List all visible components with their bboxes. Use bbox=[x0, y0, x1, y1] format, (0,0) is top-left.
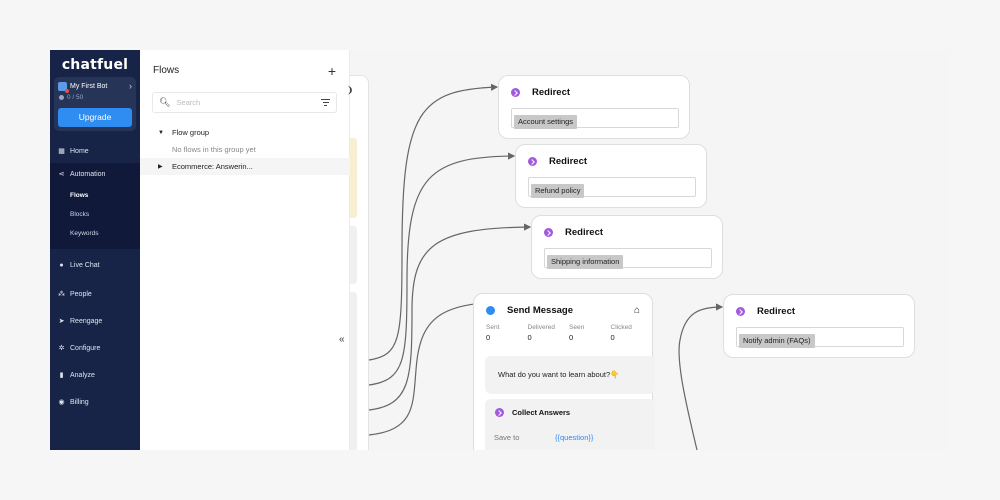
sidebar: chatfuel My First Bot › 0 / 50 Upgrade ▦… bbox=[50, 50, 140, 450]
gear-icon: ✲ bbox=[58, 345, 65, 352]
collect-answers-block[interactable]: Collect Answers Save to {{question}} bbox=[485, 399, 655, 450]
bar-chart-icon: ▮ bbox=[59, 372, 64, 379]
share-icon: ⋖ bbox=[58, 171, 65, 178]
card-strip bbox=[350, 138, 357, 218]
flow-group-item[interactable]: ▶ Ecommerce: Answerin... bbox=[140, 158, 350, 175]
flows-title: Flows bbox=[153, 65, 180, 76]
chat-icon bbox=[59, 95, 64, 100]
connection-line bbox=[678, 303, 724, 450]
redirect-card[interactable]: Redirect Notify admin (FAQs) bbox=[723, 294, 915, 358]
collapse-panel-button[interactable]: « bbox=[339, 334, 345, 345]
redirect-target-field[interactable]: Refund policy bbox=[528, 177, 696, 198]
stat-delivered: Delivered 0 bbox=[527, 324, 555, 342]
sidebar-subitem-blocks[interactable]: Blocks bbox=[50, 205, 140, 224]
redirect-target-field[interactable]: Account settings bbox=[511, 108, 679, 129]
search-icon: 🔍︎ bbox=[159, 97, 171, 107]
automation-group: ⋖ Automation Flows Blocks Keywords bbox=[50, 163, 140, 249]
redirect-target-chip[interactable]: Notify admin (FAQs) bbox=[739, 334, 815, 348]
add-flow-button[interactable]: + bbox=[327, 62, 336, 79]
caret-down-icon[interactable]: ▼ bbox=[158, 130, 172, 136]
message-text[interactable]: What do you want to learn about?👇 bbox=[485, 356, 655, 394]
search-input[interactable] bbox=[176, 98, 321, 107]
flow-group-item[interactable]: ▼ Flow group bbox=[140, 124, 350, 141]
redirect-card[interactable]: Redirect Account settings bbox=[498, 75, 690, 139]
logo: chatfuel bbox=[61, 57, 129, 73]
sidebar-item-live-chat[interactable]: ● Live Chat bbox=[50, 254, 140, 277]
sidebar-subitem-flows[interactable]: Flows bbox=[50, 186, 140, 205]
stat-seen: Seen 0 bbox=[569, 324, 585, 342]
sidebar-item-configure[interactable]: ✲ Configure bbox=[50, 337, 140, 360]
filter-icon[interactable] bbox=[321, 99, 330, 106]
redirect-icon bbox=[511, 88, 520, 97]
redirect-target-field[interactable]: Notify admin (FAQs) bbox=[736, 327, 904, 348]
chat-icon: ● bbox=[59, 262, 64, 269]
message-icon bbox=[486, 306, 495, 315]
stat-sent: Sent 0 bbox=[486, 324, 500, 342]
redirect-icon bbox=[528, 157, 537, 166]
empty-group-text: No flows in this group yet bbox=[172, 145, 256, 154]
sidebar-item-billing[interactable]: ◉ Billing bbox=[50, 391, 140, 414]
flows-panel: Flows + 🔍︎ ▼ Flow group No flows in this… bbox=[140, 50, 350, 450]
tag-icon[interactable]: ⌂ bbox=[634, 305, 640, 316]
flow-canvas[interactable]: Redirect Account settings Redirect Refun… bbox=[350, 50, 950, 450]
save-to-label: Save to bbox=[494, 433, 520, 442]
redirect-icon bbox=[736, 307, 745, 316]
stat-clicked: Clicked 0 bbox=[610, 324, 632, 342]
billing-icon: ◉ bbox=[58, 399, 65, 406]
sidebar-item-automation[interactable]: ⋖ Automation bbox=[50, 163, 140, 186]
redirect-icon bbox=[544, 228, 553, 237]
flows-search[interactable]: 🔍︎ bbox=[152, 92, 337, 113]
card-strip bbox=[350, 226, 357, 284]
bot-avatar bbox=[58, 81, 69, 93]
upgrade-button[interactable]: Upgrade bbox=[58, 108, 132, 127]
sidebar-subitem-keywords[interactable]: Keywords bbox=[50, 224, 140, 243]
bot-usage: 0 / 50 bbox=[54, 91, 136, 101]
tag-icon[interactable]: ❩ bbox=[346, 85, 354, 96]
send-message-card[interactable]: Send Message ⌂ Sent 0 Delivered 0 Seen 0… bbox=[473, 293, 655, 450]
sidebar-nav: ▦ Home ⋖ Automation Flows Blocks Keyword… bbox=[50, 140, 140, 414]
chevron-right-icon: › bbox=[129, 81, 132, 91]
app-window: chatfuel My First Bot › 0 / 50 Upgrade ▦… bbox=[50, 50, 950, 450]
bot-selector[interactable]: My First Bot › 0 / 50 Upgrade bbox=[54, 77, 136, 131]
sidebar-item-people[interactable]: ⁂ People bbox=[50, 283, 140, 306]
plus-icon: + bbox=[327, 62, 336, 79]
redirect-target-chip[interactable]: Refund policy bbox=[531, 184, 585, 198]
sidebar-item-analyze[interactable]: ▮ Analyze bbox=[50, 364, 140, 387]
bot-name: My First Bot bbox=[70, 82, 108, 90]
redirect-target-field[interactable]: Shipping information bbox=[544, 248, 712, 269]
caret-right-icon[interactable]: ▶ bbox=[158, 163, 172, 170]
save-to-variable[interactable]: {{question}} bbox=[555, 433, 593, 442]
people-icon: ⁂ bbox=[58, 291, 65, 298]
redirect-card[interactable]: Redirect Shipping information bbox=[531, 215, 723, 279]
send-icon: ➤ bbox=[58, 318, 65, 325]
collect-answers-icon bbox=[495, 408, 504, 417]
home-icon: ▦ bbox=[58, 148, 65, 155]
redirect-target-chip[interactable]: Account settings bbox=[514, 115, 578, 129]
flow-start-card-edge bbox=[350, 75, 369, 450]
sidebar-item-home[interactable]: ▦ Home bbox=[50, 140, 140, 163]
redirect-target-chip[interactable]: Shipping information bbox=[547, 255, 624, 269]
redirect-card[interactable]: Redirect Refund policy bbox=[515, 144, 707, 208]
sidebar-item-reengage[interactable]: ➤ Reengage bbox=[50, 310, 140, 333]
flows-tree: ▼ Flow group No flows in this group yet … bbox=[140, 124, 350, 175]
card-strip bbox=[350, 292, 357, 450]
message-stats: Sent 0 Delivered 0 Seen 0 Clicked 0 bbox=[474, 316, 652, 342]
